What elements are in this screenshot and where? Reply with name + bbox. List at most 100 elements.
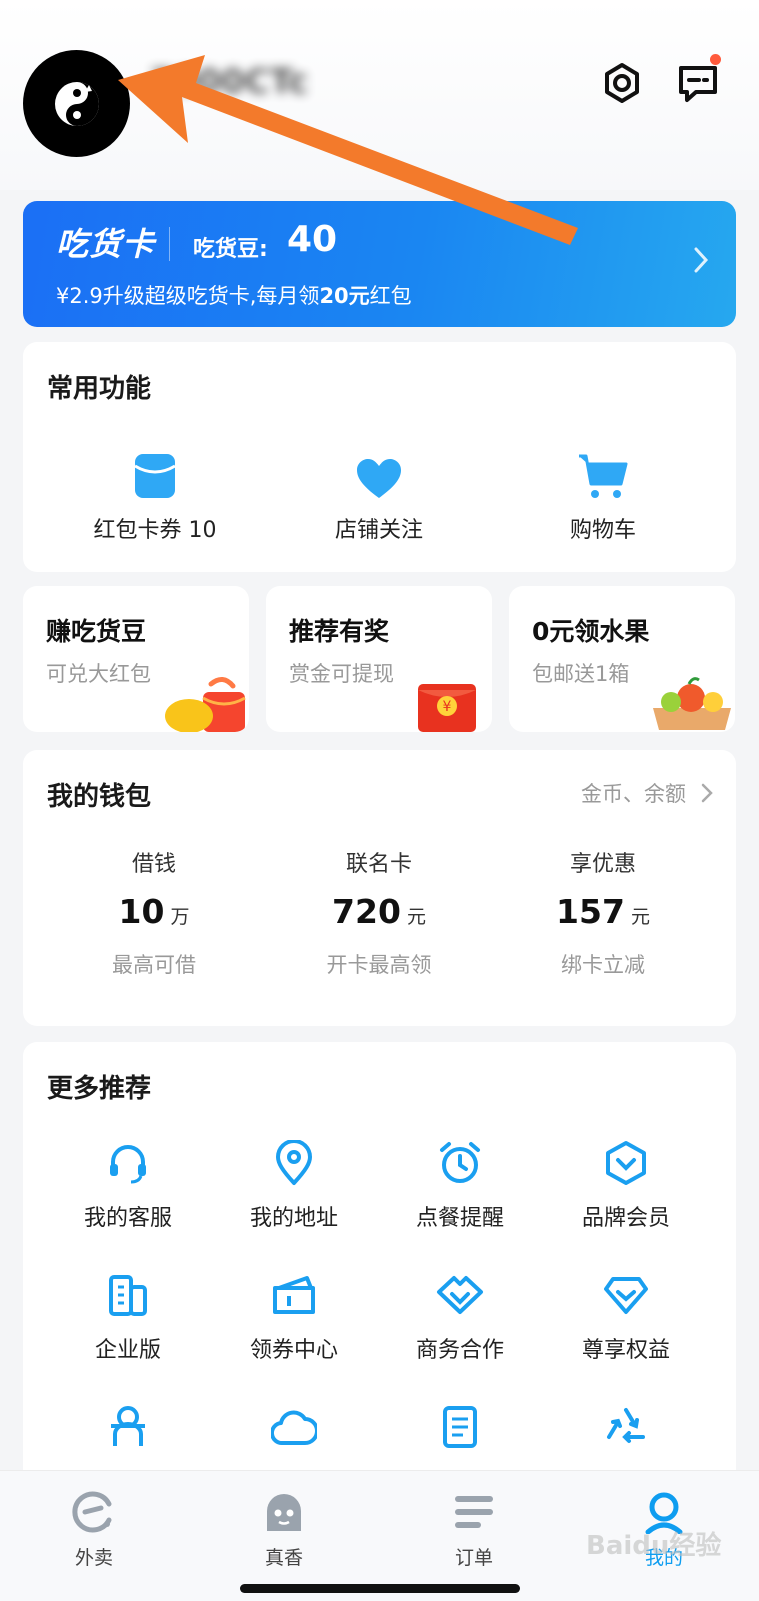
chevron-right-icon [694, 247, 709, 273]
handshake-icon [377, 1270, 543, 1320]
avatar[interactable] [23, 50, 130, 157]
func-label: 购物车 [569, 518, 636, 543]
rec-my-address[interactable]: 我的地址 [211, 1138, 377, 1232]
chevron-right-icon[interactable] [700, 782, 714, 804]
value-number: 720 [332, 892, 401, 931]
tab-label: 真香 [264, 1547, 303, 1569]
wallet-discount[interactable]: 享优惠 157 元 绑卡立减 [493, 846, 713, 979]
promo-title: 赚吃货豆 [46, 617, 147, 646]
cat-yinyang-icon [54, 81, 99, 126]
promo-free-fruit[interactable]: 0元领水果 包邮送1箱 [509, 586, 735, 732]
wallet-card: 我的钱包 金币、余额 借钱 10 万 最高可借 联名卡 720 元 开卡最高领 享优… [23, 750, 736, 1026]
list-icon [414, 1487, 534, 1537]
rec-coupon-center[interactable]: 领券中心 [211, 1270, 377, 1364]
rec-customer-service[interactable]: 我的客服 [45, 1138, 211, 1232]
wallet-col-value: 720 元 [269, 892, 489, 931]
settings-icon[interactable] [597, 58, 647, 108]
wallet-col-value: 10 万 [44, 892, 264, 931]
promo-subtitle: 包邮送1箱 [532, 662, 630, 686]
username[interactable]: 7000CTc [150, 62, 308, 102]
func-label: 红包卡券 10 [93, 518, 217, 543]
rec-label: 我的地址 [249, 1206, 338, 1231]
unread-badge [710, 54, 721, 65]
promo-subtitle: 可兑大红包 [46, 662, 151, 686]
func-cart[interactable]: 购物车 [503, 442, 703, 544]
promo-title: 推荐有奖 [289, 617, 390, 646]
promo-referral[interactable]: 推荐有奖 赏金可提现 ¥ [266, 586, 492, 732]
common-functions-title: 常用功能 [47, 374, 152, 404]
tab-orders[interactable]: 订单 [414, 1487, 534, 1570]
value-unit: 元 [406, 906, 426, 928]
beans-gift-icon [165, 677, 246, 732]
tab-zhenxiang[interactable]: 真香 [224, 1487, 344, 1570]
value-number: 157 [556, 892, 625, 931]
message-icon[interactable] [673, 54, 723, 108]
func-coupons[interactable]: 红包卡券 10 [55, 442, 255, 544]
beans-value: 40 [287, 219, 338, 260]
sub-prefix: ¥2.9升级超级吃货卡,每月领 [56, 284, 320, 308]
alarm-clock-icon [377, 1138, 543, 1188]
recommendations-title: 更多推荐 [47, 1074, 152, 1104]
wallet-borrow[interactable]: 借钱 10 万 最高可借 [44, 846, 264, 979]
promo-earn-beans[interactable]: 赚吃货豆 可兑大红包 [23, 586, 249, 732]
rec-enterprise[interactable]: 企业版 [45, 1270, 211, 1364]
headset-icon [45, 1138, 211, 1188]
ticket-icon [211, 1270, 377, 1320]
rec-business-cooperation[interactable]: 商务合作 [377, 1270, 543, 1364]
tab-label: 订单 [454, 1547, 493, 1569]
wallet-col-value: 157 元 [493, 892, 713, 931]
diamond-icon [543, 1270, 709, 1320]
rec-label: 点餐提醒 [415, 1206, 504, 1231]
common-functions-card: 常用功能 红包卡券 10 店铺关注 购物车 [23, 342, 736, 572]
sub-highlight: 20元 [319, 284, 370, 308]
func-label: 店铺关注 [334, 518, 423, 543]
value-unit: 元 [630, 906, 650, 928]
coupon-icon [55, 442, 255, 500]
fruit-basket-icon [653, 677, 731, 730]
red-envelope-icon: ¥ [418, 684, 476, 732]
promo-title: 0元领水果 [532, 617, 650, 646]
promo-subtitle: 赏金可提现 [289, 662, 394, 686]
cart-icon [503, 442, 703, 500]
rec-label: 品牌会员 [581, 1206, 670, 1231]
wallet-col-foot: 绑卡立减 [561, 953, 645, 977]
sub-suffix: 红包 [369, 284, 412, 308]
building-icon [45, 1270, 211, 1320]
wallet-col-head: 借钱 [131, 852, 176, 877]
wallet-cobrand-card[interactable]: 联名卡 720 元 开卡最高领 [269, 846, 489, 979]
wallet-col-head: 享优惠 [569, 852, 636, 877]
document-icon [377, 1402, 543, 1452]
beans-label: 吃货豆: [193, 237, 268, 262]
foodie-card-banner[interactable]: 吃货卡 吃货豆: 40 ¥2.9升级超级吃货卡,每月领20元红包 [23, 201, 736, 327]
ghost-icon [224, 1487, 344, 1537]
func-followed-stores[interactable]: 店铺关注 [279, 442, 479, 544]
wallet-col-foot: 最高可借 [112, 953, 196, 977]
rider-icon [45, 1402, 211, 1452]
divider [169, 227, 170, 261]
rec-label: 领券中心 [249, 1338, 338, 1363]
rec-label: 尊享权益 [581, 1338, 670, 1363]
tab-takeout[interactable]: 外卖 [34, 1487, 154, 1570]
recycle-icon [543, 1402, 709, 1452]
location-pin-icon [211, 1138, 377, 1188]
value-number: 10 [118, 892, 165, 931]
brand-shield-icon [543, 1138, 709, 1188]
rec-brand-member[interactable]: 品牌会员 [543, 1138, 709, 1232]
home-indicator[interactable] [240, 1584, 520, 1593]
wallet-more-link[interactable]: 金币、余额 [581, 778, 686, 808]
tab-label: 外卖 [74, 1547, 113, 1569]
rec-label: 企业版 [94, 1338, 161, 1363]
more-recommendations-card: 更多推荐 我的客服 我的地址 点餐提醒 品牌会员 企业版 领券中心 商务合作 尊… [23, 1042, 736, 1502]
watermark: Baidu经验 [586, 1531, 722, 1561]
takeout-icon [34, 1487, 154, 1537]
rec-exclusive-benefits[interactable]: 尊享权益 [543, 1270, 709, 1364]
foodie-card-title: 吃货卡 [56, 225, 156, 263]
wallet-col-head: 联名卡 [345, 852, 412, 877]
rec-order-reminder[interactable]: 点餐提醒 [377, 1138, 543, 1232]
value-unit: 万 [170, 906, 190, 928]
wallet-title: 我的钱包 [47, 782, 152, 812]
svg-text:¥: ¥ [443, 699, 452, 715]
rec-label: 商务合作 [415, 1338, 504, 1363]
foodie-card-subtitle: ¥2.9升级超级吃货卡,每月领20元红包 [56, 280, 412, 310]
heart-icon [279, 442, 479, 500]
